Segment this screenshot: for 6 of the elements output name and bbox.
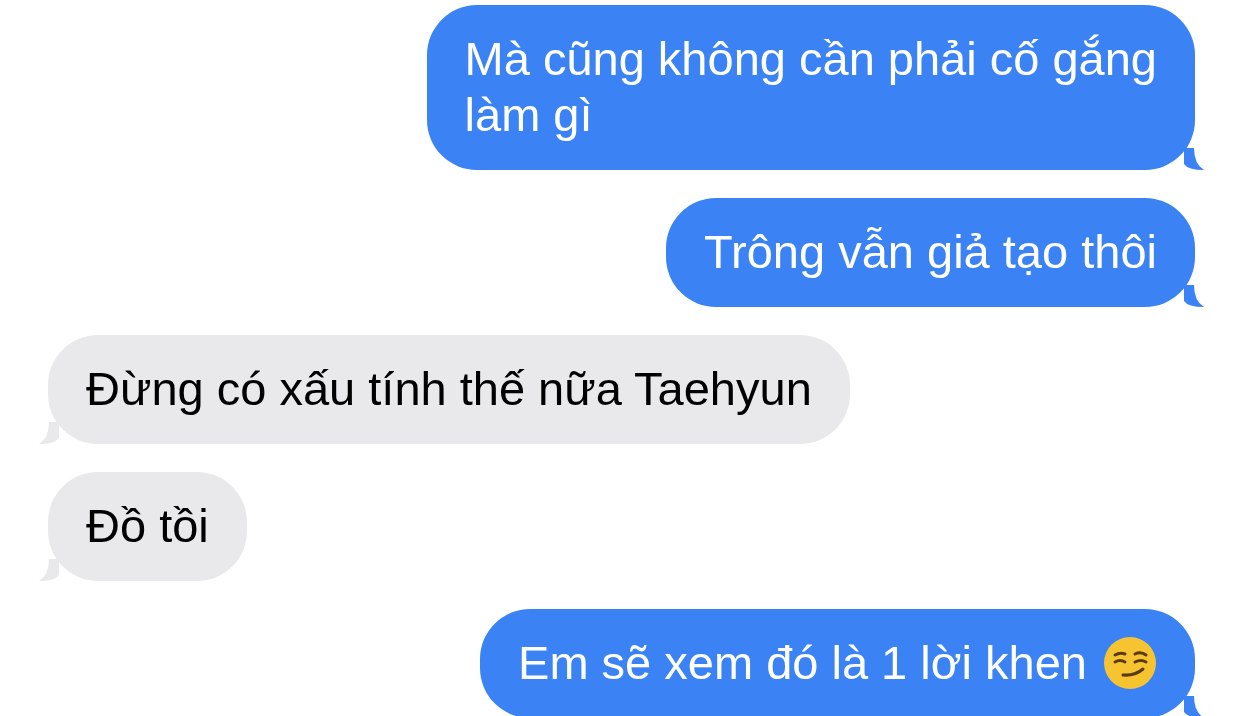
message-text: Đừng có xấu tính thế nữa Taehyun [86,361,812,417]
message-text: Mà cũng không cần phải cố gắng [464,31,1157,87]
message-text: Đồ tồi [86,498,209,554]
message-text: Trông vẫn giả tạo thôi [704,224,1157,280]
message-text: làm gì [464,87,593,143]
message-text: Em sẽ xem đó là 1 lời khen [518,635,1087,691]
